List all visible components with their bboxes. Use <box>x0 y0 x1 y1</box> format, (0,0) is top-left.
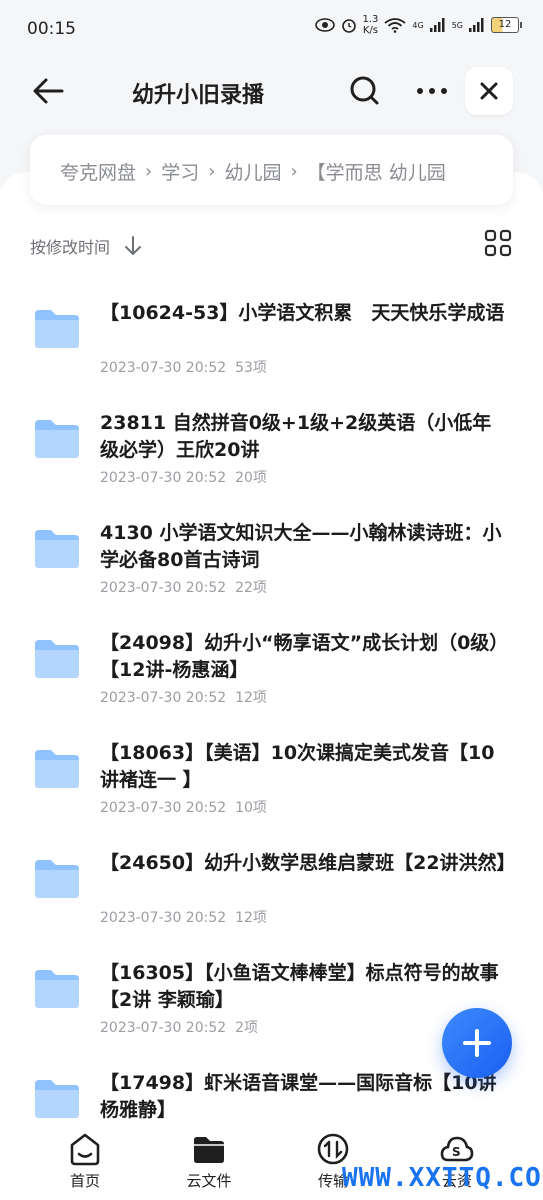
chevron-right-icon: › <box>208 161 216 182</box>
folder-icon <box>35 970 79 1008</box>
file-count: 53项 <box>235 360 267 376</box>
tab-label: 云文件 <box>186 1172 232 1190</box>
breadcrumb-item-kindergarten[interactable]: 幼儿园 <box>224 158 281 185</box>
folder-icon <box>35 310 79 348</box>
back-button[interactable] <box>28 74 68 108</box>
file-name: 【24098】幼升小“畅享语文”成长计划（0级）【12讲-杨惠涵】 <box>100 632 509 681</box>
file-meta: 2023-07-30 20:52 22项 <box>100 577 267 597</box>
sort-button[interactable]: 按修改时间 <box>30 234 110 258</box>
more-dots-icon <box>417 88 447 94</box>
signal-label-2: 5G <box>451 20 463 30</box>
arrow-left-icon <box>33 78 64 104</box>
file-name: 【17498】虾米语音课堂——国际音标【10讲 杨雅静】 <box>100 1072 497 1121</box>
list-item[interactable]: 【10624-53】小学语文积累 天天快乐学成语 2023-07-30 20:5… <box>0 280 543 390</box>
transfer-icon <box>317 1133 349 1165</box>
plus-icon <box>463 1029 491 1057</box>
sort-bar: 按修改时间 <box>30 229 513 260</box>
file-count: 2项 <box>235 1020 258 1036</box>
breadcrumb: 夸克网盘 › 学习 › 幼儿园 › 【学而思 幼儿园 <box>30 135 513 205</box>
file-meta: 2023-07-30 20:52 12项 <box>100 687 267 707</box>
battery-icon: 12 <box>491 17 522 33</box>
file-count: 22项 <box>235 580 267 596</box>
folder-icon <box>35 420 79 458</box>
list-item[interactable]: 23811 自然拼音0级+1级+2级英语（小低年级必学）王欣20讲 2023-0… <box>0 390 543 500</box>
file-count: 12项 <box>235 690 267 706</box>
home-icon <box>70 1133 100 1166</box>
file-name: 【16305】【小鱼语文棒棒堂】标点符号的故事【2讲 李颖瑜】 <box>100 962 499 1011</box>
tab-home[interactable]: 首页 <box>40 1132 130 1191</box>
list-item[interactable]: 【18063】【美语】10次课搞定美式发音【10讲褚连一 】 2023-07-3… <box>0 720 543 830</box>
file-date: 2023-07-30 20:52 <box>100 910 227 926</box>
list-item[interactable]: 【24098】幼升小“畅享语文”成长计划（0级）【12讲-杨惠涵】 2023-0… <box>0 610 543 720</box>
file-meta: 2023-07-30 20:52 53项 <box>100 357 267 377</box>
folder-icon <box>35 860 79 898</box>
close-icon <box>480 82 498 100</box>
cloud-icon: S <box>440 1136 474 1162</box>
title-bar: 幼升小旧录播 <box>0 62 543 120</box>
file-count: 12项 <box>235 910 267 926</box>
folder-icon <box>35 640 79 678</box>
tab-cloud-files[interactable]: 云文件 <box>164 1132 254 1191</box>
alarm-icon <box>341 19 356 33</box>
more-button[interactable] <box>412 74 452 108</box>
chevron-right-icon: › <box>145 161 153 182</box>
file-name: 23811 自然拼音0级+1级+2级英语（小低年级必学）王欣20讲 <box>100 412 492 461</box>
status-bar: 00:15 1.3 K/s 4G 5G 12 <box>0 0 543 58</box>
tab-label: 首页 <box>69 1172 100 1190</box>
file-date: 2023-07-30 20:52 <box>100 580 227 596</box>
file-date: 2023-07-30 20:52 <box>100 800 227 816</box>
folder-icon <box>35 750 79 788</box>
speed-value: 1.3 <box>362 14 379 25</box>
signal-label-1: 4G <box>412 20 424 30</box>
file-date: 2023-07-30 20:52 <box>100 470 227 486</box>
chevron-right-icon: › <box>290 161 298 182</box>
view-toggle-button[interactable] <box>483 228 513 258</box>
folder-icon <box>35 530 79 568</box>
watermark: WWW.XXTTQ.COM <box>342 1163 543 1193</box>
breadcrumb-item-study[interactable]: 学习 <box>161 158 199 185</box>
add-button[interactable] <box>442 1008 512 1078</box>
page-title: 幼升小旧录播 <box>132 83 265 108</box>
arrow-down-icon[interactable] <box>123 235 143 257</box>
signal-icon <box>429 18 445 32</box>
file-date: 2023-07-30 20:52 <box>100 690 227 706</box>
folder-icon <box>35 1080 79 1118</box>
file-meta: 2023-07-30 20:52 2项 <box>100 1017 258 1037</box>
file-name: 【10624-53】小学语文积累 天天快乐学成语 <box>100 302 505 324</box>
file-name: 【18063】【美语】10次课搞定美式发音【10讲褚连一 】 <box>100 742 495 791</box>
wifi-icon <box>384 18 406 33</box>
svg-text:S: S <box>452 1145 461 1159</box>
grid-view-icon <box>484 229 512 257</box>
signal-icon-2 <box>469 18 484 32</box>
speed-unit: K/s <box>362 25 379 36</box>
file-meta: 2023-07-30 20:52 12项 <box>100 907 267 927</box>
close-button[interactable] <box>465 67 513 115</box>
file-date: 2023-07-30 20:52 <box>100 360 227 376</box>
list-item[interactable]: 4130 小学语文知识大全——小翰林读诗班：小学必备80首古诗词 2023-07… <box>0 500 543 610</box>
folder-icon <box>194 1137 224 1163</box>
breadcrumb-item-current[interactable]: 【学而思 幼儿园 <box>307 158 446 185</box>
search-icon <box>350 76 379 105</box>
file-name: 【24650】幼升小数学思维启蒙班【22讲洪然】 <box>100 852 516 874</box>
status-icons: 1.3 K/s 4G 5G 12 <box>314 14 522 36</box>
file-meta: 2023-07-30 20:52 20项 <box>100 467 267 487</box>
file-meta: 2023-07-30 20:52 10项 <box>100 797 267 817</box>
breadcrumb-item-root[interactable]: 夸克网盘 <box>60 158 136 185</box>
file-count: 20项 <box>235 470 267 486</box>
list-item[interactable]: 【24650】幼升小数学思维启蒙班【22讲洪然】 2023-07-30 20:5… <box>0 830 543 940</box>
network-speed: 1.3 K/s <box>363 14 379 36</box>
file-date: 2023-07-30 20:52 <box>100 1020 227 1036</box>
status-time: 00:15 <box>27 19 76 39</box>
file-name: 4130 小学语文知识大全——小翰林读诗班：小学必备80首古诗词 <box>100 522 502 571</box>
file-count: 10项 <box>235 800 267 816</box>
eye-icon <box>314 18 335 32</box>
search-button[interactable] <box>346 72 384 110</box>
